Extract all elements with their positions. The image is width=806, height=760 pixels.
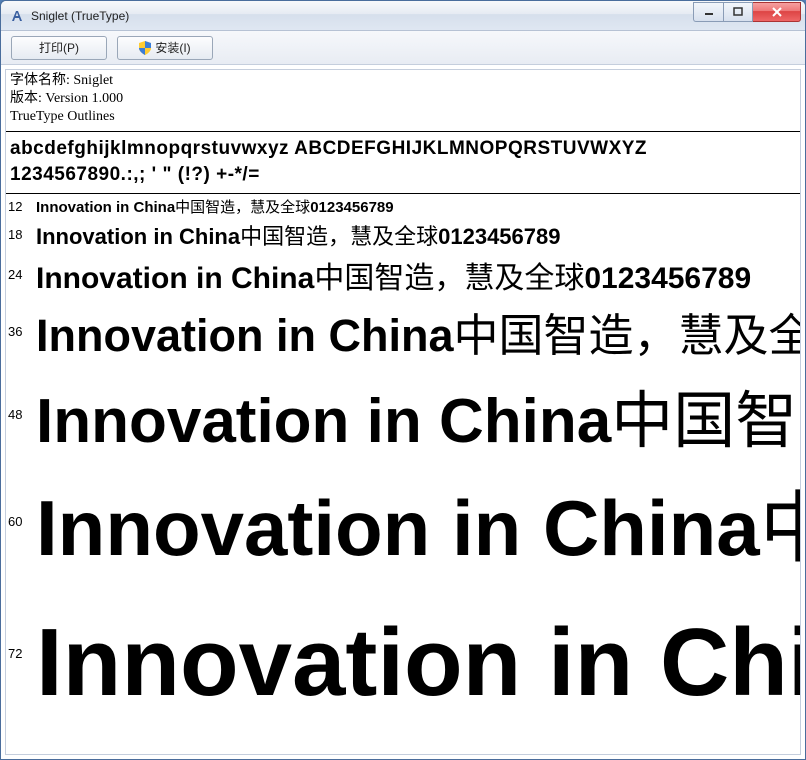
sample-digits: 0123456789 [584, 262, 751, 296]
maximize-icon [733, 7, 743, 17]
font-viewer-window: Sniglet (TrueType) 打印(P) [0, 0, 806, 760]
print-button-label: 打印(P) [39, 39, 79, 56]
print-button[interactable]: 打印(P) [11, 36, 107, 60]
size-label: 36 [8, 324, 36, 339]
toolbar: 打印(P) 安装(I) [1, 31, 805, 65]
font-info: 字体名称: Sniglet 版本: Version 1.000 TrueType… [6, 70, 800, 132]
sample-row: 36 Innovation in China 中国智造，慧及全球 0123456… [6, 299, 800, 364]
window-controls [693, 2, 801, 22]
shield-icon [139, 41, 151, 55]
maximize-button[interactable] [723, 2, 753, 22]
sample-latin: Innovation in China [36, 310, 453, 362]
font-version-line: 版本: Version 1.000 [10, 90, 796, 108]
size-label: 48 [8, 407, 36, 422]
sample-list: 12 Innovation in China 中国智造，慧及全球 0123456… [6, 194, 800, 723]
alphabet-line: abcdefghijklmnopqrstuvwxyz ABCDEFGHIJKLM… [10, 136, 796, 163]
sample-latin: Innovation in China [36, 386, 611, 457]
sample-latin: Innovation in China [36, 483, 760, 574]
sample-cjk: 中国智造，慧及全球 [240, 219, 438, 251]
font-name-line: 字体名称: Sniglet [10, 72, 796, 90]
install-button-label: 安装(I) [155, 39, 190, 56]
sample-cjk: 中国智造，慧及全球 [314, 253, 584, 297]
titlebar[interactable]: Sniglet (TrueType) [1, 1, 805, 31]
close-icon [771, 7, 783, 17]
content-area[interactable]: 字体名称: Sniglet 版本: Version 1.000 TrueType… [5, 69, 801, 755]
minimize-icon [704, 7, 714, 17]
size-label: 60 [8, 514, 36, 529]
sample-latin: Innovation in China [36, 224, 240, 250]
sample-row: 24 Innovation in China 中国智造，慧及全球 0123456… [6, 253, 800, 297]
sample-cjk: 中国智造，慧及全球 [760, 466, 800, 578]
size-label: 18 [8, 227, 36, 242]
size-label: 24 [8, 267, 36, 282]
install-button[interactable]: 安装(I) [117, 36, 213, 60]
sample-cjk: 中国智造，慧及全球 [453, 299, 800, 364]
sample-cjk: 中国智造，慧及全球 [175, 196, 310, 217]
sample-cjk: 中国智造，慧及全球 [611, 370, 800, 460]
app-icon [9, 8, 25, 24]
sample-digits: 0123456789 [310, 199, 393, 216]
close-button[interactable] [753, 2, 801, 22]
sample-row: 48 Innovation in China 中国智造，慧及全球 0123456… [6, 370, 800, 460]
sample-digits: 0123456789 [438, 224, 560, 250]
sample-row: 72 Innovation in China 中国智造，慧及全球 0123456… [6, 584, 800, 723]
window-title: Sniglet (TrueType) [31, 9, 693, 23]
font-outlines-line: TrueType Outlines [10, 108, 796, 126]
sample-row: 12 Innovation in China 中国智造，慧及全球 0123456… [6, 196, 800, 217]
sample-latin: Innovation in China [36, 262, 314, 296]
sample-row: 60 Innovation in China 中国智造，慧及全球 0123456… [6, 466, 800, 578]
size-label: 12 [8, 199, 36, 214]
specimen-block: abcdefghijklmnopqrstuvwxyz ABCDEFGHIJKLM… [6, 132, 800, 194]
size-label: 72 [8, 646, 36, 661]
sample-latin: Innovation in China [36, 199, 175, 216]
numbers-line: 1234567890.:,; ' " (!?) +-*/= [10, 162, 796, 189]
sample-latin: Innovation in China [36, 608, 800, 718]
minimize-button[interactable] [693, 2, 723, 22]
sample-row: 18 Innovation in China 中国智造，慧及全球 0123456… [6, 219, 800, 251]
